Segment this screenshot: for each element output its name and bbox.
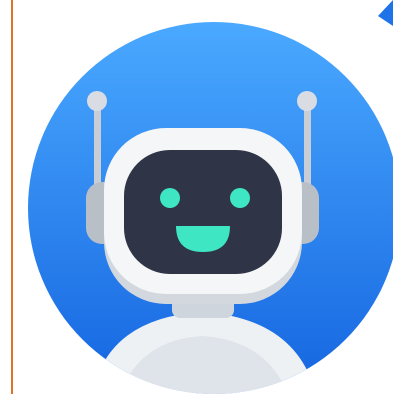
face-screen [124,150,282,274]
corner-arrow-icon [378,0,393,26]
robot-avatar-illustration [11,0,393,394]
right-eye [230,188,250,208]
left-eye [160,188,180,208]
